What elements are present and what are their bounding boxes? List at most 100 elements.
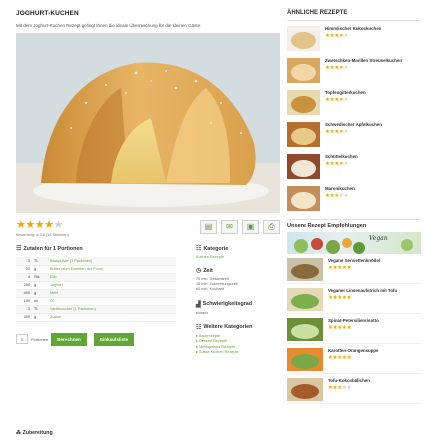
rating-toolbar-row: ★★★★★ Bewertung: ø 3,6 (16 Stimmen) ▤ ✉ … [16, 220, 280, 237]
category-heading: ☷ Kategorie [196, 245, 280, 253]
similar-recipe-item[interactable]: Schüttelkuchen ★★★★★ [287, 154, 421, 181]
page-title: JOGHURT-KUCHEN [16, 10, 79, 17]
recipe-thumbnail[interactable] [287, 154, 320, 179]
cook-time: 60 min. Kochzeit [196, 287, 225, 292]
ingredient-name[interactable]: Butter (zum Einfetten der Form) [48, 265, 176, 274]
ingredients-section: ☰ Zutaten für 1 Portionen 3 TL Backpulver … [16, 245, 184, 363]
star-icon: ★ [346, 265, 352, 272]
star-icon[interactable]: ★ [35, 219, 45, 231]
recipe-thumbnail[interactable] [287, 378, 323, 401]
print-view-button[interactable]: ▤ [200, 220, 217, 234]
recipe-tools: ▤ ✉ ▣ ⎙ [200, 220, 280, 234]
recipe-thumbnail[interactable] [287, 58, 320, 83]
save-button[interactable]: ▣ [242, 220, 259, 234]
similar-recipe-name[interactable]: Schwedischer Apfelkuchen [325, 122, 382, 127]
recommended-recipe-name[interactable]: Karotten-Orangensuppe [328, 348, 379, 353]
ingredient-unit: TL [32, 305, 48, 314]
star-icon[interactable]: ★ [16, 219, 26, 231]
rating-stars[interactable]: ★★★★★ [16, 220, 69, 231]
difficulty-heading: ▟ Schwierigkeitsgrad [196, 301, 280, 308]
clock-icon: ◷ [196, 268, 202, 274]
more-categories-heading: ☷ Weitere Kategorien [196, 324, 280, 331]
recommended-recipe-item[interactable]: Karotten-Orangensuppe ★★★★★ [287, 348, 421, 374]
recommended-recipe-stars: ★★★★★ [328, 325, 379, 331]
bundt-cake-image [16, 33, 280, 213]
similar-recipe-name[interactable]: Topfengitterkuchen [325, 90, 366, 95]
recipe-thumbnail[interactable] [287, 122, 320, 147]
ingredient-row: 100 ml Öl [16, 297, 176, 306]
similar-recipe-stars: ★★★★★ [325, 129, 382, 135]
ingredient-name[interactable]: Joghurt [48, 281, 176, 290]
similar-recipe-stars: ★★★★★ [325, 33, 381, 39]
ingredients-table: 3 TL Backpulver (1 Packchen) 20 g Butter (zum… [16, 257, 176, 322]
recommended-recipe-stars: ★★★★★ [328, 355, 379, 361]
similar-recipe-name[interactable]: Schüttelkuchen [325, 154, 358, 159]
similar-recipe-text: Zwetschken-Marillen Streuselkuchen ★★★★★ [325, 58, 402, 85]
category-link[interactable]: Kuchen Rezepte [196, 255, 280, 259]
recipe-details: ☰ Zutaten für 1 Portionen 3 TL Backpulver … [16, 245, 280, 363]
ingredient-qty: 3 [16, 305, 32, 314]
ingredient-qty: 100 [16, 297, 32, 306]
ingredient-unit: g [32, 281, 48, 290]
recipe-thumbnail[interactable] [287, 288, 323, 311]
similar-recipe-item[interactable]: Himmlischer Kokoskuchen ★★★★★ [287, 26, 421, 53]
ingredient-qty: 3 [16, 257, 32, 266]
recommended-recipe-name[interactable]: Vegane Serviettenknödel [328, 258, 380, 263]
category-icon: ☷ [196, 246, 202, 252]
vegan-banner[interactable]: Vegan [287, 232, 421, 254]
recommended-recipe-stars: ★★★★★ [328, 295, 397, 301]
similar-recipe-item[interactable]: Zwetschken-Marillen Streuselkuchen ★★★★★ [287, 58, 421, 85]
similar-recipe-text: Himmlischer Kokoskuchen ★★★★★ [325, 26, 381, 53]
ingredient-name[interactable]: Backpulver (1 Packchen) [48, 257, 176, 266]
more-category-link[interactable]: Süsse Kuchen Rezepte [196, 350, 280, 355]
print-button[interactable]: ⎙ [263, 220, 280, 234]
preparation-heading: ⁂ Zubereitung [16, 430, 53, 436]
recipe-thumbnail[interactable] [287, 318, 323, 341]
recipe-thumbnail[interactable] [287, 258, 323, 281]
printer-icon: ⎙ [268, 222, 275, 231]
similar-recipe-name[interactable]: Zwetschken-Marillen Streuselkuchen [325, 58, 402, 63]
more-categories-list: Backrezepte Dessert Rezepte Mehlspeisen … [196, 334, 280, 356]
ingredient-name[interactable]: Vanillezucker (1 Packchen) [48, 305, 176, 314]
ingredient-name[interactable]: Öl [48, 297, 176, 306]
recommended-recipe-item[interactable]: Veganer Linsenaufstrich mit Tofu ★★★★★ [287, 288, 421, 314]
steps-icon: ⁂ [16, 430, 22, 436]
ingredient-unit: TL [32, 257, 48, 266]
star-empty-icon[interactable]: ★ [54, 219, 64, 231]
similar-recipes-title: ÄHNLICHE REZEPTE [287, 10, 421, 21]
similar-recipe-item[interactable]: Topfengitterkuchen ★★★★★ [287, 90, 421, 117]
calculate-button[interactable]: Berechnen [51, 332, 87, 346]
shopping-list-button[interactable]: Einkaufsliste [93, 332, 135, 346]
time-block: ◷ Zeit 75 min. Gesamtzeit 15 min. Zuberei… [196, 267, 280, 293]
ingredient-qty: 4 [16, 273, 32, 282]
recipe-thumbnail[interactable] [287, 186, 320, 211]
recommended-recipe-item[interactable]: Vegane Serviettenknödel ★★★★★ [287, 258, 421, 284]
ingredient-name[interactable]: Zucker [48, 313, 176, 322]
portion-input[interactable]: 1 [16, 334, 28, 344]
recipe-thumbnail[interactable] [287, 348, 323, 371]
star-icon[interactable]: ★ [25, 219, 35, 231]
star-icon[interactable]: ★ [44, 219, 54, 231]
ingredient-name[interactable]: Eier [48, 273, 176, 282]
ingredient-qty: 400 [16, 289, 32, 298]
recommended-recipe-name[interactable]: Spinat-Petersilienrisotto [328, 318, 379, 323]
star-empty-icon: ★ [343, 161, 349, 168]
similar-recipe-item[interactable]: Maronikuchen ★★★★★ [287, 186, 421, 213]
ingredient-row: 300 g Zucker [16, 313, 176, 322]
star-icon: ★ [346, 295, 352, 302]
similar-recipe-item[interactable]: Schwedischer Apfelkuchen ★★★★★ [287, 122, 421, 149]
similar-recipe-name[interactable]: Himmlischer Kokoskuchen [325, 26, 381, 31]
ingredient-name[interactable]: Mehl [48, 289, 176, 298]
recommended-recipe-name[interactable]: Tofu-Kokosbällchen [328, 378, 370, 383]
recommended-recipe-item[interactable]: Spinat-Petersilienrisotto ★★★★★ [287, 318, 421, 344]
more-categories-heading-label: Weitere Kategorien [203, 324, 253, 331]
star-empty-icon: ★ [346, 385, 352, 392]
recommended-recipe-item[interactable]: Tofu-Kokosbällchen ★★★★★ [287, 378, 421, 404]
recipe-thumbnail[interactable] [287, 90, 320, 115]
recommended-recipe-name[interactable]: Veganer Linsenaufstrich mit Tofu [328, 288, 397, 293]
email-button[interactable]: ✉ [221, 220, 238, 234]
ingredients-heading-label: Zutaten für 1 Portionen [23, 245, 83, 252]
recommended-recipe-stars: ★★★★★ [328, 265, 380, 271]
recipe-thumbnail[interactable] [287, 26, 320, 51]
similar-recipe-name[interactable]: Maronikuchen [325, 186, 355, 191]
